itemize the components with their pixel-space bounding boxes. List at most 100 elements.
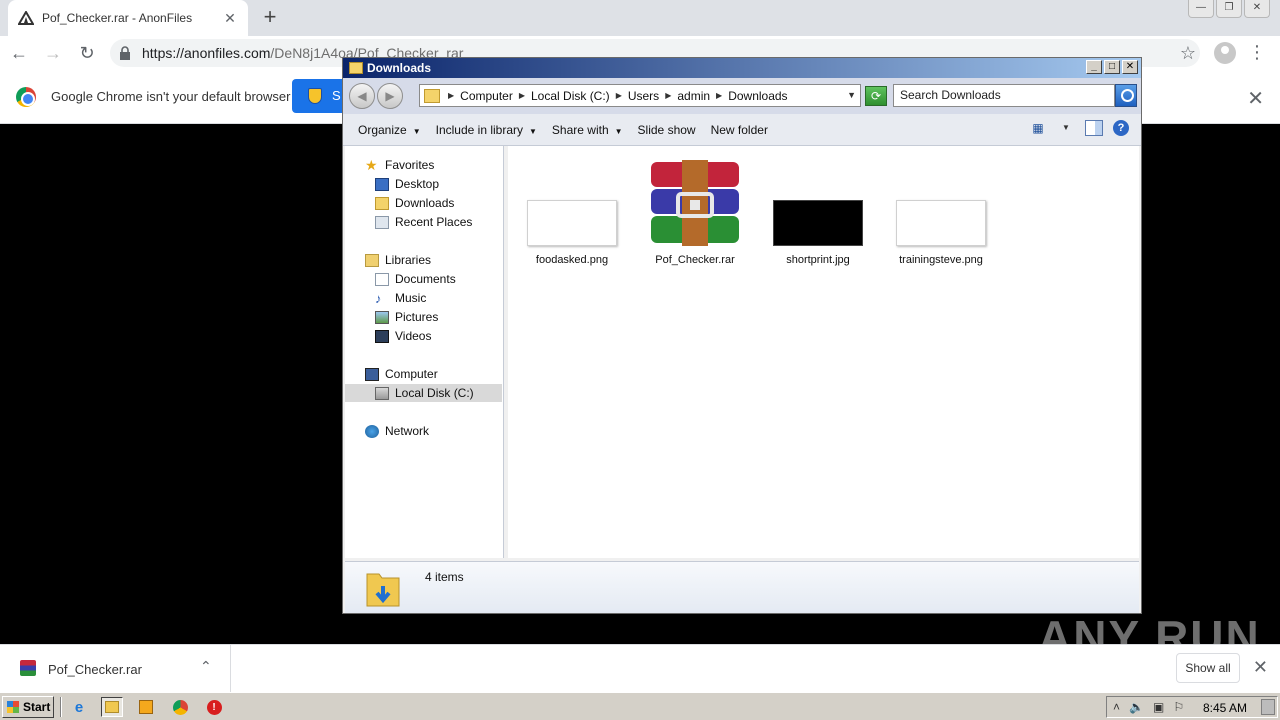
chrome-logo-icon (16, 87, 36, 107)
pictures-icon (375, 310, 389, 324)
address-dropdown-icon[interactable]: ▼ (847, 90, 856, 100)
forward-button[interactable]: → (38, 38, 68, 68)
nav-label: Music (395, 291, 427, 305)
command-bar: Organize ▼ Include in library ▼ Share with… (343, 114, 1141, 146)
crumb-local-disk[interactable]: Local Disk (C:) (531, 89, 610, 103)
crumb-computer[interactable]: Computer (460, 89, 513, 103)
change-view-icon[interactable]: ▦ (1029, 120, 1047, 136)
slide-show-button[interactable]: Slide show (638, 123, 696, 137)
show-hidden-icons-icon[interactable]: ˄ (1113, 700, 1120, 714)
explorer-maximize-button[interactable]: □ (1104, 60, 1120, 74)
preview-pane-icon[interactable] (1085, 120, 1103, 136)
nav-computer[interactable]: Computer (365, 365, 438, 383)
share-with-menu[interactable]: Share with ▼ (552, 123, 623, 137)
nav-pictures[interactable]: Pictures (375, 308, 438, 326)
view-dropdown-icon[interactable]: ▼ (1057, 120, 1075, 136)
organize-menu[interactable]: Organize ▼ (358, 123, 421, 137)
nav-label: Network (385, 424, 430, 438)
nav-local-disk[interactable]: Local Disk (C:) (345, 384, 502, 402)
chevron-right-icon[interactable]: ▶ (448, 91, 454, 100)
tray-icons: ˄ 🔈 ▣ ⚐ (1113, 700, 1184, 714)
chevron-right-icon[interactable]: ▶ (665, 91, 671, 100)
share-with-label: Share with (551, 122, 609, 137)
organize-label: Organize (358, 122, 407, 137)
nav-recent-places[interactable]: Recent Places (375, 213, 472, 231)
chevron-up-icon[interactable]: ⌃ (200, 658, 212, 675)
infobar-close-icon[interactable]: ✕ (1247, 86, 1264, 111)
nav-favorites[interactable]: ★ Favorites (365, 156, 434, 174)
nav-documents[interactable]: Documents (375, 270, 456, 288)
address-row: ◀ ▶ ▶ Computer ▶ Local Disk (C:) ▶ Users… (343, 78, 1141, 114)
start-button[interactable]: Start (2, 696, 54, 718)
nav-desktop[interactable]: Desktop (375, 175, 439, 193)
volume-icon[interactable]: 🔈 (1129, 700, 1144, 714)
profile-avatar[interactable] (1214, 42, 1236, 64)
libraries-icon (365, 253, 379, 267)
include-library-label: Include in library (435, 122, 523, 137)
crumb-users[interactable]: Users (628, 89, 659, 103)
show-all-button[interactable]: Show all (1176, 653, 1240, 683)
crumb-admin[interactable]: admin (677, 89, 710, 103)
explorer-minimize-button[interactable]: _ (1086, 60, 1102, 74)
image-thumbnail (896, 200, 986, 246)
set-default-label: S (332, 88, 341, 103)
nav-label: Libraries (385, 253, 432, 267)
download-bar-close-icon[interactable]: ✕ (1253, 657, 1268, 678)
media-player-icon[interactable] (135, 697, 157, 717)
explorer-titlebar[interactable]: Downloads _ □ ✕ (343, 58, 1141, 78)
new-tab-button[interactable]: + (258, 6, 282, 30)
desktop-icon (375, 177, 389, 191)
nav-music[interactable]: ♪ Music (375, 289, 426, 307)
minimize-button[interactable]: — (1188, 0, 1214, 18)
download-filename: Pof_Checker.rar (48, 662, 142, 677)
explorer-taskbar-icon[interactable] (101, 697, 123, 717)
search-icon[interactable] (1115, 84, 1137, 107)
music-icon: ♪ (375, 290, 382, 306)
clock[interactable]: 8:45 AM (1203, 701, 1247, 715)
chevron-right-icon[interactable]: ▶ (616, 91, 622, 100)
url-host: https://anonfiles.com (142, 45, 271, 61)
tab-close-icon[interactable]: ✕ (222, 10, 238, 26)
nav-label: Local Disk (C:) (395, 386, 474, 400)
download-item[interactable]: Pof_Checker.rar ⌃ (0, 645, 231, 693)
nav-libraries[interactable]: Libraries (365, 251, 431, 269)
nav-downloads[interactable]: Downloads (375, 194, 454, 212)
crumb-downloads[interactable]: Downloads (728, 89, 787, 103)
chevron-right-icon[interactable]: ▶ (716, 91, 722, 100)
file-item[interactable]: Pof_Checker.rar (645, 160, 745, 266)
chrome-taskbar-icon[interactable] (169, 697, 191, 717)
stop-sign-icon[interactable]: ! (203, 697, 225, 717)
file-item[interactable]: shortprint.jpg (768, 200, 868, 266)
explorer-back-button[interactable]: ◀ (349, 83, 375, 109)
include-in-library-menu[interactable]: Include in library ▼ (436, 123, 537, 137)
nav-videos[interactable]: Videos (375, 327, 431, 345)
restore-button[interactable]: ❐ (1216, 0, 1242, 18)
breadcrumb[interactable]: ▶ Computer ▶ Local Disk (C:) ▶ Users ▶ a… (419, 84, 861, 107)
file-item[interactable]: foodasked.png (522, 200, 622, 266)
explorer-close-button[interactable]: ✕ (1122, 60, 1138, 74)
explorer-forward-button[interactable]: ▶ (377, 83, 403, 109)
show-desktop-button[interactable] (1261, 699, 1275, 715)
reload-button[interactable]: ↻ (72, 38, 102, 68)
browser-tab[interactable]: Pof_Checker.rar - AnonFiles ✕ (8, 0, 248, 36)
taskbar: Start e ! ˄ 🔈 ▣ ⚐ 8:45 AM (0, 692, 1280, 720)
bookmark-star-icon[interactable]: ☆ (1180, 43, 1196, 64)
file-item[interactable]: trainingsteve.png (891, 200, 991, 266)
history-buttons: ◀ ▶ (349, 83, 407, 109)
back-button[interactable]: ← (4, 38, 34, 68)
dropdown-caret-icon: ▼ (529, 126, 537, 136)
refresh-button[interactable]: ⟳ (865, 86, 887, 106)
nav-network[interactable]: Network (365, 422, 429, 440)
action-center-flag-icon[interactable]: ⚐ (1173, 700, 1184, 714)
chevron-right-icon[interactable]: ▶ (519, 91, 525, 100)
network-tray-icon[interactable]: ▣ (1153, 700, 1164, 714)
nav-label: Computer (385, 367, 438, 381)
tab-title: Pof_Checker.rar - AnonFiles (42, 11, 193, 25)
chrome-menu-icon[interactable]: ⋮ (1248, 42, 1266, 63)
download-shelf: Pof_Checker.rar ⌃ Show all ✕ (0, 644, 1280, 693)
new-folder-button[interactable]: New folder (711, 123, 768, 137)
close-button[interactable]: ✕ (1244, 0, 1270, 18)
ie-icon[interactable]: e (68, 697, 90, 717)
help-icon[interactable]: ? (1113, 120, 1129, 136)
search-input[interactable]: Search Downloads (893, 84, 1115, 107)
